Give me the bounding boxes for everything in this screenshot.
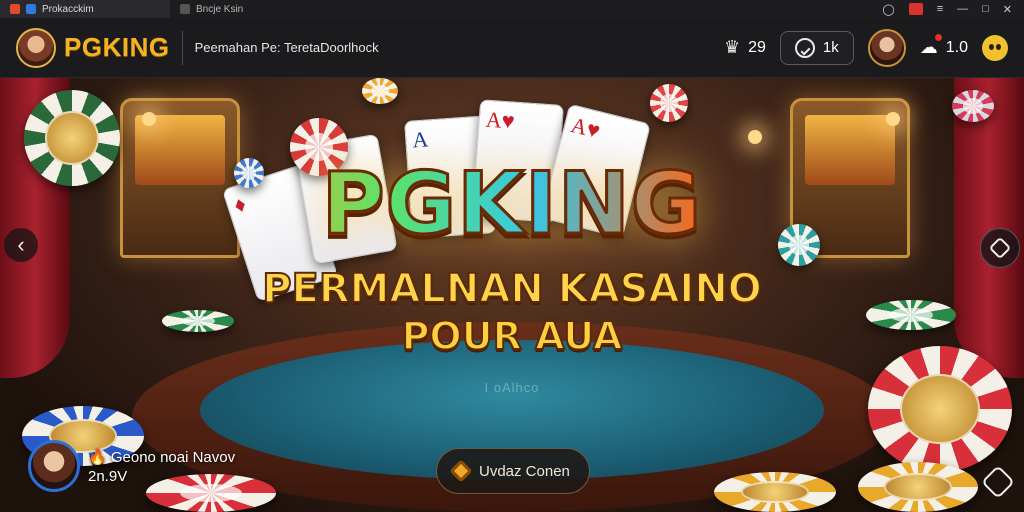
browser-tab-strip: Prokacckim Bncje Ksin ◯ ≡ — □ ✕ bbox=[0, 0, 1024, 18]
hero-banner: I oAlhco ♦ K♦ A A♥ A♥ PGKING PERMALNAN K… bbox=[0, 78, 1024, 512]
chevron-left-icon: ‹ bbox=[17, 232, 25, 257]
app-favicon-icon bbox=[26, 4, 36, 14]
maximize-icon[interactable]: □ bbox=[982, 3, 989, 15]
notification-icon: ☁ bbox=[920, 34, 942, 58]
player-name: Geono noai Navov bbox=[110, 448, 236, 466]
hero-subtitle-line1: PERMALNAN KASAINO bbox=[261, 265, 763, 313]
corner-action-icon[interactable] bbox=[981, 465, 1015, 499]
cta-label: Uvdaz Conen bbox=[479, 462, 570, 480]
diamond-icon bbox=[449, 459, 473, 483]
tab-favicon-icon bbox=[180, 4, 190, 14]
emoji-face-icon[interactable] bbox=[982, 34, 1008, 61]
header-subtitle: Peemahan Pe: TeretaDoorlhock bbox=[194, 40, 379, 55]
casino-chip bbox=[650, 84, 688, 122]
player-name-line: 🔥 Geono noai Navov bbox=[88, 448, 235, 466]
player-amount: 2n.9V bbox=[88, 467, 128, 485]
fire-icon: 🔥 bbox=[88, 448, 107, 466]
side-action-button[interactable] bbox=[980, 228, 1020, 268]
balance-value: 1k bbox=[822, 39, 839, 56]
lamp-light bbox=[142, 112, 156, 126]
casino-chip bbox=[362, 78, 398, 104]
extension-icon[interactable]: ◯ bbox=[882, 3, 894, 16]
logo-avatar[interactable] bbox=[16, 27, 56, 68]
casino-chip bbox=[952, 90, 994, 122]
browser-tab-title: Bncje Ksin bbox=[196, 3, 244, 15]
trophy-stat[interactable]: ♛ 29 bbox=[724, 37, 766, 58]
notification-value: 1.0 bbox=[945, 38, 968, 56]
trophy-icon: ♛ bbox=[723, 37, 741, 57]
menu-icon[interactable]: ≡ bbox=[937, 3, 943, 15]
browser-tab-inactive[interactable]: Bncje Ksin bbox=[170, 0, 310, 18]
logo-text[interactable]: PGKING bbox=[64, 32, 170, 63]
header-divider bbox=[181, 30, 183, 65]
trophy-count: 29 bbox=[748, 38, 766, 56]
check-circle-icon bbox=[794, 37, 815, 58]
casino-chip-stack bbox=[858, 462, 978, 512]
square-diamond-icon bbox=[988, 236, 1012, 260]
lamp-light bbox=[886, 112, 900, 126]
browser-tab-active[interactable]: Prokacckim bbox=[0, 0, 170, 18]
player-avatar bbox=[28, 440, 80, 492]
cta-button[interactable]: Uvdaz Conen bbox=[436, 448, 590, 494]
extension-red-icon[interactable] bbox=[908, 3, 923, 15]
app-header: PGKING Peemahan Pe: TeretaDoorlhock ♛ 29… bbox=[0, 18, 1024, 78]
carousel-prev-button[interactable]: ‹ bbox=[4, 228, 38, 262]
lamp-light bbox=[748, 130, 762, 144]
user-avatar[interactable] bbox=[867, 28, 906, 67]
hero-subtitle-line2: POUR AUA bbox=[401, 313, 624, 359]
browser-tab-title: Prokacckim bbox=[42, 3, 94, 15]
casino-chip-large bbox=[868, 346, 1012, 472]
window-controls: ◯ ≡ — □ ✕ bbox=[882, 3, 1024, 16]
notification-dot bbox=[934, 34, 942, 41]
minimize-icon[interactable]: — bbox=[957, 3, 968, 15]
balance-pill[interactable]: 1k bbox=[779, 30, 854, 65]
featured-player-card[interactable]: 🔥 Geono noai Navov 2n.9V bbox=[28, 440, 235, 492]
close-icon[interactable]: ✕ bbox=[1003, 3, 1012, 16]
hero-title: PGKING bbox=[0, 153, 1024, 256]
browser-favicon-icon bbox=[10, 4, 20, 14]
casino-chip-stack bbox=[714, 472, 836, 512]
notification-stat[interactable]: ☁ 1.0 bbox=[920, 34, 968, 58]
header-actions: ♛ 29 1k ☁ 1.0 bbox=[724, 28, 1008, 67]
